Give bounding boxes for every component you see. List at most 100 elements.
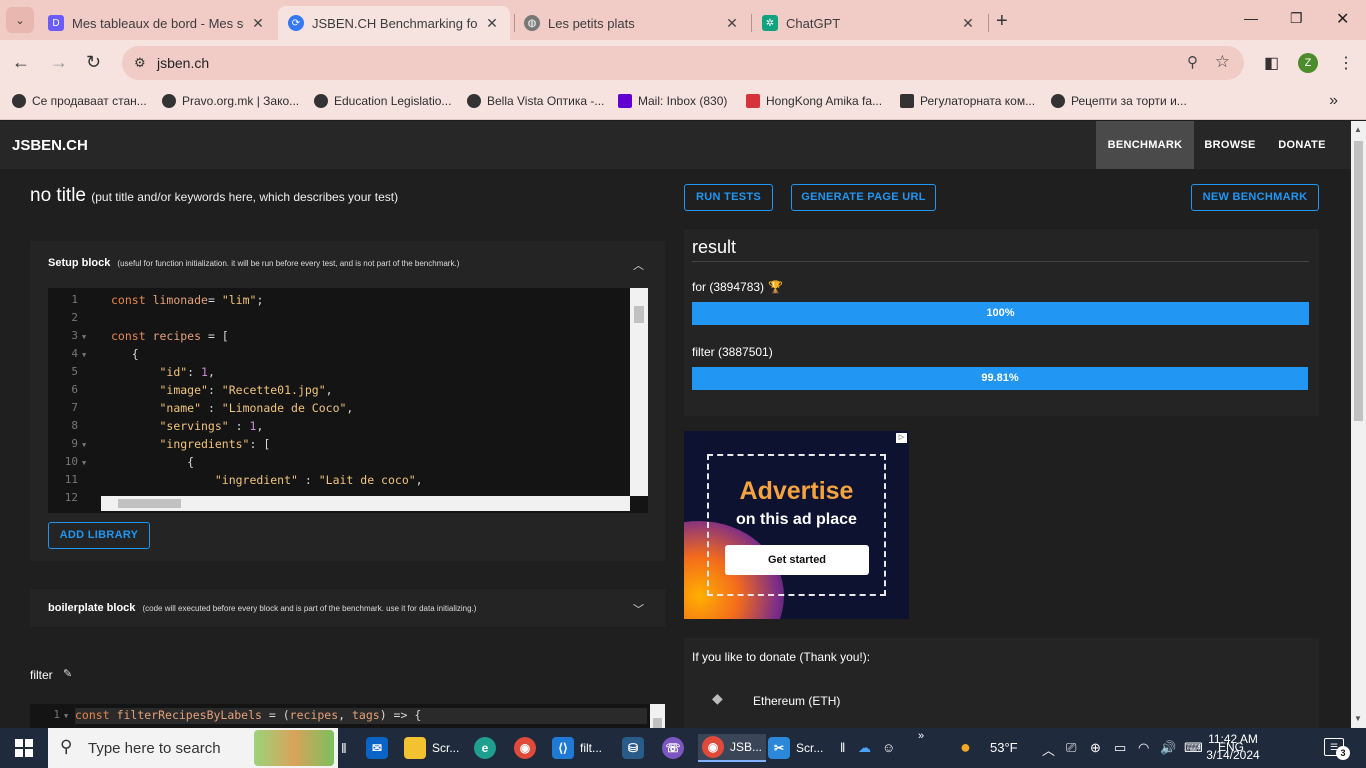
edit-pencil-icon[interactable]: ✎: [63, 667, 72, 680]
network-icon[interactable]: ⊕: [1090, 740, 1101, 756]
overflow-chevron-icon[interactable]: »: [918, 730, 924, 742]
filter-code-editor[interactable]: 1 ▼ const filterRecipesByLabels = (recip…: [30, 704, 665, 728]
weather-icon[interactable]: ●: [960, 737, 971, 758]
volume-icon[interactable]: 🔊: [1160, 740, 1176, 756]
new-benchmark-button[interactable]: NEW BENCHMARK: [1191, 184, 1319, 211]
nav-donate[interactable]: DONATE: [1266, 121, 1338, 169]
bookmark-item[interactable]: Регулаторната ком...: [900, 94, 1035, 108]
result-heading: result: [692, 237, 737, 257]
bookmark-item[interactable]: HongKong Amika fa...: [746, 94, 882, 108]
new-tab-button[interactable]: +: [996, 10, 1008, 33]
editor-horizontal-scrollbar[interactable]: [101, 496, 630, 511]
weather-temp[interactable]: 53°F: [990, 740, 1018, 755]
page-content: JSBEN.CH BENCHMARK BROWSE DONATE no titl…: [0, 121, 1366, 728]
ad-choices-icon[interactable]: ▷: [896, 433, 907, 443]
tab-title: Mes tableaux de bord - Mes se: [72, 15, 244, 31]
more-bookmarks-icon[interactable]: »: [1329, 92, 1338, 110]
task-view-icon[interactable]: ‖: [341, 740, 347, 756]
taskbar-snipping[interactable]: ✂ Scr...: [768, 734, 823, 762]
editor-vertical-scrollbar[interactable]: [630, 288, 648, 496]
people-icon[interactable]: ☺: [882, 740, 895, 755]
tab-chatgpt[interactable]: ✲ ChatGPT ✕: [752, 6, 986, 40]
page-title[interactable]: no title (put title and/or keywords here…: [30, 185, 398, 207]
boilerplate-block-panel[interactable]: boilerplate block (code will executed be…: [30, 589, 665, 627]
viber-icon: ☏: [662, 737, 684, 759]
vscode-icon: ⟨⟩: [552, 737, 574, 759]
mail-icon: ✉: [366, 737, 388, 759]
side-panel-icon[interactable]: ◧: [1264, 53, 1279, 73]
bookmark-item[interactable]: Рецепти за торти и...: [1051, 94, 1187, 108]
tab-favicon-icon: D: [48, 15, 64, 31]
system-clock[interactable]: 11:42 AM 3/14/2024: [1198, 731, 1268, 763]
close-window-icon[interactable]: ✕: [1336, 9, 1349, 29]
show-hidden-icons[interactable]: ︿: [1042, 740, 1055, 759]
tab-les-petits-plats[interactable]: ◍ Les petits plats ✕: [514, 6, 750, 40]
bookmark-item[interactable]: Bella Vista Оптика -...: [467, 94, 604, 108]
ad-subline: on this ad place: [736, 511, 857, 528]
back-icon[interactable]: ←: [12, 52, 30, 73]
task-view-icon[interactable]: ‖: [840, 740, 845, 755]
nav-benchmark[interactable]: BENCHMARK: [1096, 121, 1194, 169]
taskbar-edge[interactable]: e: [474, 734, 502, 762]
tab-close-icon[interactable]: ✕: [960, 15, 976, 32]
chrome-icon: ◉: [514, 737, 536, 759]
nav-browse[interactable]: BROWSE: [1194, 121, 1266, 169]
tab-jsbench[interactable]: ⟳ JSBEN.CH Benchmarking for Jav ✕: [278, 6, 510, 40]
setup-block-panel: Setup block (useful for function initial…: [30, 241, 665, 561]
taskbar-chrome[interactable]: ◉: [514, 734, 542, 762]
battery-icon[interactable]: ▭: [1114, 740, 1126, 756]
ethereum-label[interactable]: Ethereum (ETH): [753, 694, 840, 708]
site-info-icon[interactable]: ⚙: [134, 55, 146, 71]
store-icon: [746, 94, 760, 108]
profile-avatar[interactable]: Z: [1298, 53, 1318, 73]
ethereum-icon: ◆: [712, 690, 723, 706]
reload-icon[interactable]: ↻: [86, 52, 101, 73]
add-library-button[interactable]: ADD LIBRARY: [48, 522, 150, 549]
advertisement[interactable]: Advertise on this ad place Get started ▷: [684, 431, 909, 619]
minimize-icon[interactable]: —: [1244, 10, 1258, 26]
taskbar-search-box[interactable]: ⚲ Type here to search: [48, 728, 338, 768]
maximize-icon[interactable]: ❐: [1290, 10, 1303, 27]
ad-get-started-button[interactable]: Get started: [725, 545, 869, 575]
taskbar-explorer[interactable]: Scr...: [404, 734, 459, 762]
tab-search-button[interactable]: ⌄: [6, 7, 34, 33]
address-bar[interactable]: ⚙ jsben.ch ⚲ ☆: [122, 46, 1244, 80]
url-text: jsben.ch: [157, 55, 210, 71]
trophy-icon: 🏆: [768, 280, 783, 294]
bookmark-star-icon[interactable]: ☆: [1215, 52, 1230, 72]
wifi-icon[interactable]: ◠: [1138, 740, 1149, 756]
taskbar-mysql[interactable]: ⛁: [622, 734, 650, 762]
menu-icon[interactable]: ⋮: [1338, 53, 1354, 73]
tab-title: ChatGPT: [786, 15, 841, 31]
zoom-icon[interactable]: ⚲: [1187, 53, 1198, 71]
expand-icon[interactable]: ﹀: [633, 601, 644, 617]
run-tests-button[interactable]: RUN TESTS: [684, 184, 773, 211]
tab-close-icon[interactable]: ✕: [484, 15, 500, 32]
forward-icon[interactable]: →: [50, 52, 68, 73]
result-label-for: for (3894783) 🏆: [692, 280, 783, 294]
filter-test-label[interactable]: filter: [30, 668, 53, 682]
generate-page-url-button[interactable]: GENERATE PAGE URL: [791, 184, 936, 211]
bookmark-item[interactable]: Pravo.org.mk | Зако...: [162, 94, 299, 108]
bookmark-item[interactable]: Education Legislatio...: [314, 94, 451, 108]
page-vertical-scrollbar[interactable]: ▲ ▼: [1351, 121, 1366, 728]
tab-close-icon[interactable]: ✕: [724, 15, 740, 32]
taskbar-chrome-active[interactable]: ◉ JSB...: [698, 734, 767, 762]
taskbar-mail[interactable]: ✉: [366, 734, 394, 762]
app-bar: JSBEN.CH BENCHMARK BROWSE DONATE: [0, 121, 1366, 169]
tab-close-icon[interactable]: ✕: [250, 15, 266, 32]
bookmark-item[interactable]: Mail: Inbox (830): [618, 94, 727, 108]
taskbar-viber[interactable]: ☏: [662, 734, 690, 762]
windows-start-icon[interactable]: [15, 739, 33, 757]
onedrive-icon[interactable]: ☁: [858, 740, 871, 756]
taskbar-vscode[interactable]: ⟨⟩ filt...: [552, 734, 602, 762]
bookmark-item[interactable]: Се продаваат стан...: [12, 94, 147, 108]
setup-code-editor[interactable]: 1 2 3 4 5 6 7 8 9 10 11 12 ▼ ▼ ▼ ▼ const…: [48, 288, 648, 513]
brand-logo[interactable]: JSBEN.CH: [12, 137, 88, 154]
meet-now-icon[interactable]: ⎚: [1066, 740, 1076, 756]
setup-block-header[interactable]: Setup block (useful for function initial…: [48, 257, 459, 269]
tab-strip: ⌄ D Mes tableaux de bord - Mes se ✕ ⟳ JS…: [0, 0, 1366, 40]
tab-mes-tableaux[interactable]: D Mes tableaux de bord - Mes se ✕: [38, 6, 276, 40]
chevron-down-icon: ⌄: [15, 14, 25, 27]
collapse-icon[interactable]: ︿: [633, 257, 644, 273]
